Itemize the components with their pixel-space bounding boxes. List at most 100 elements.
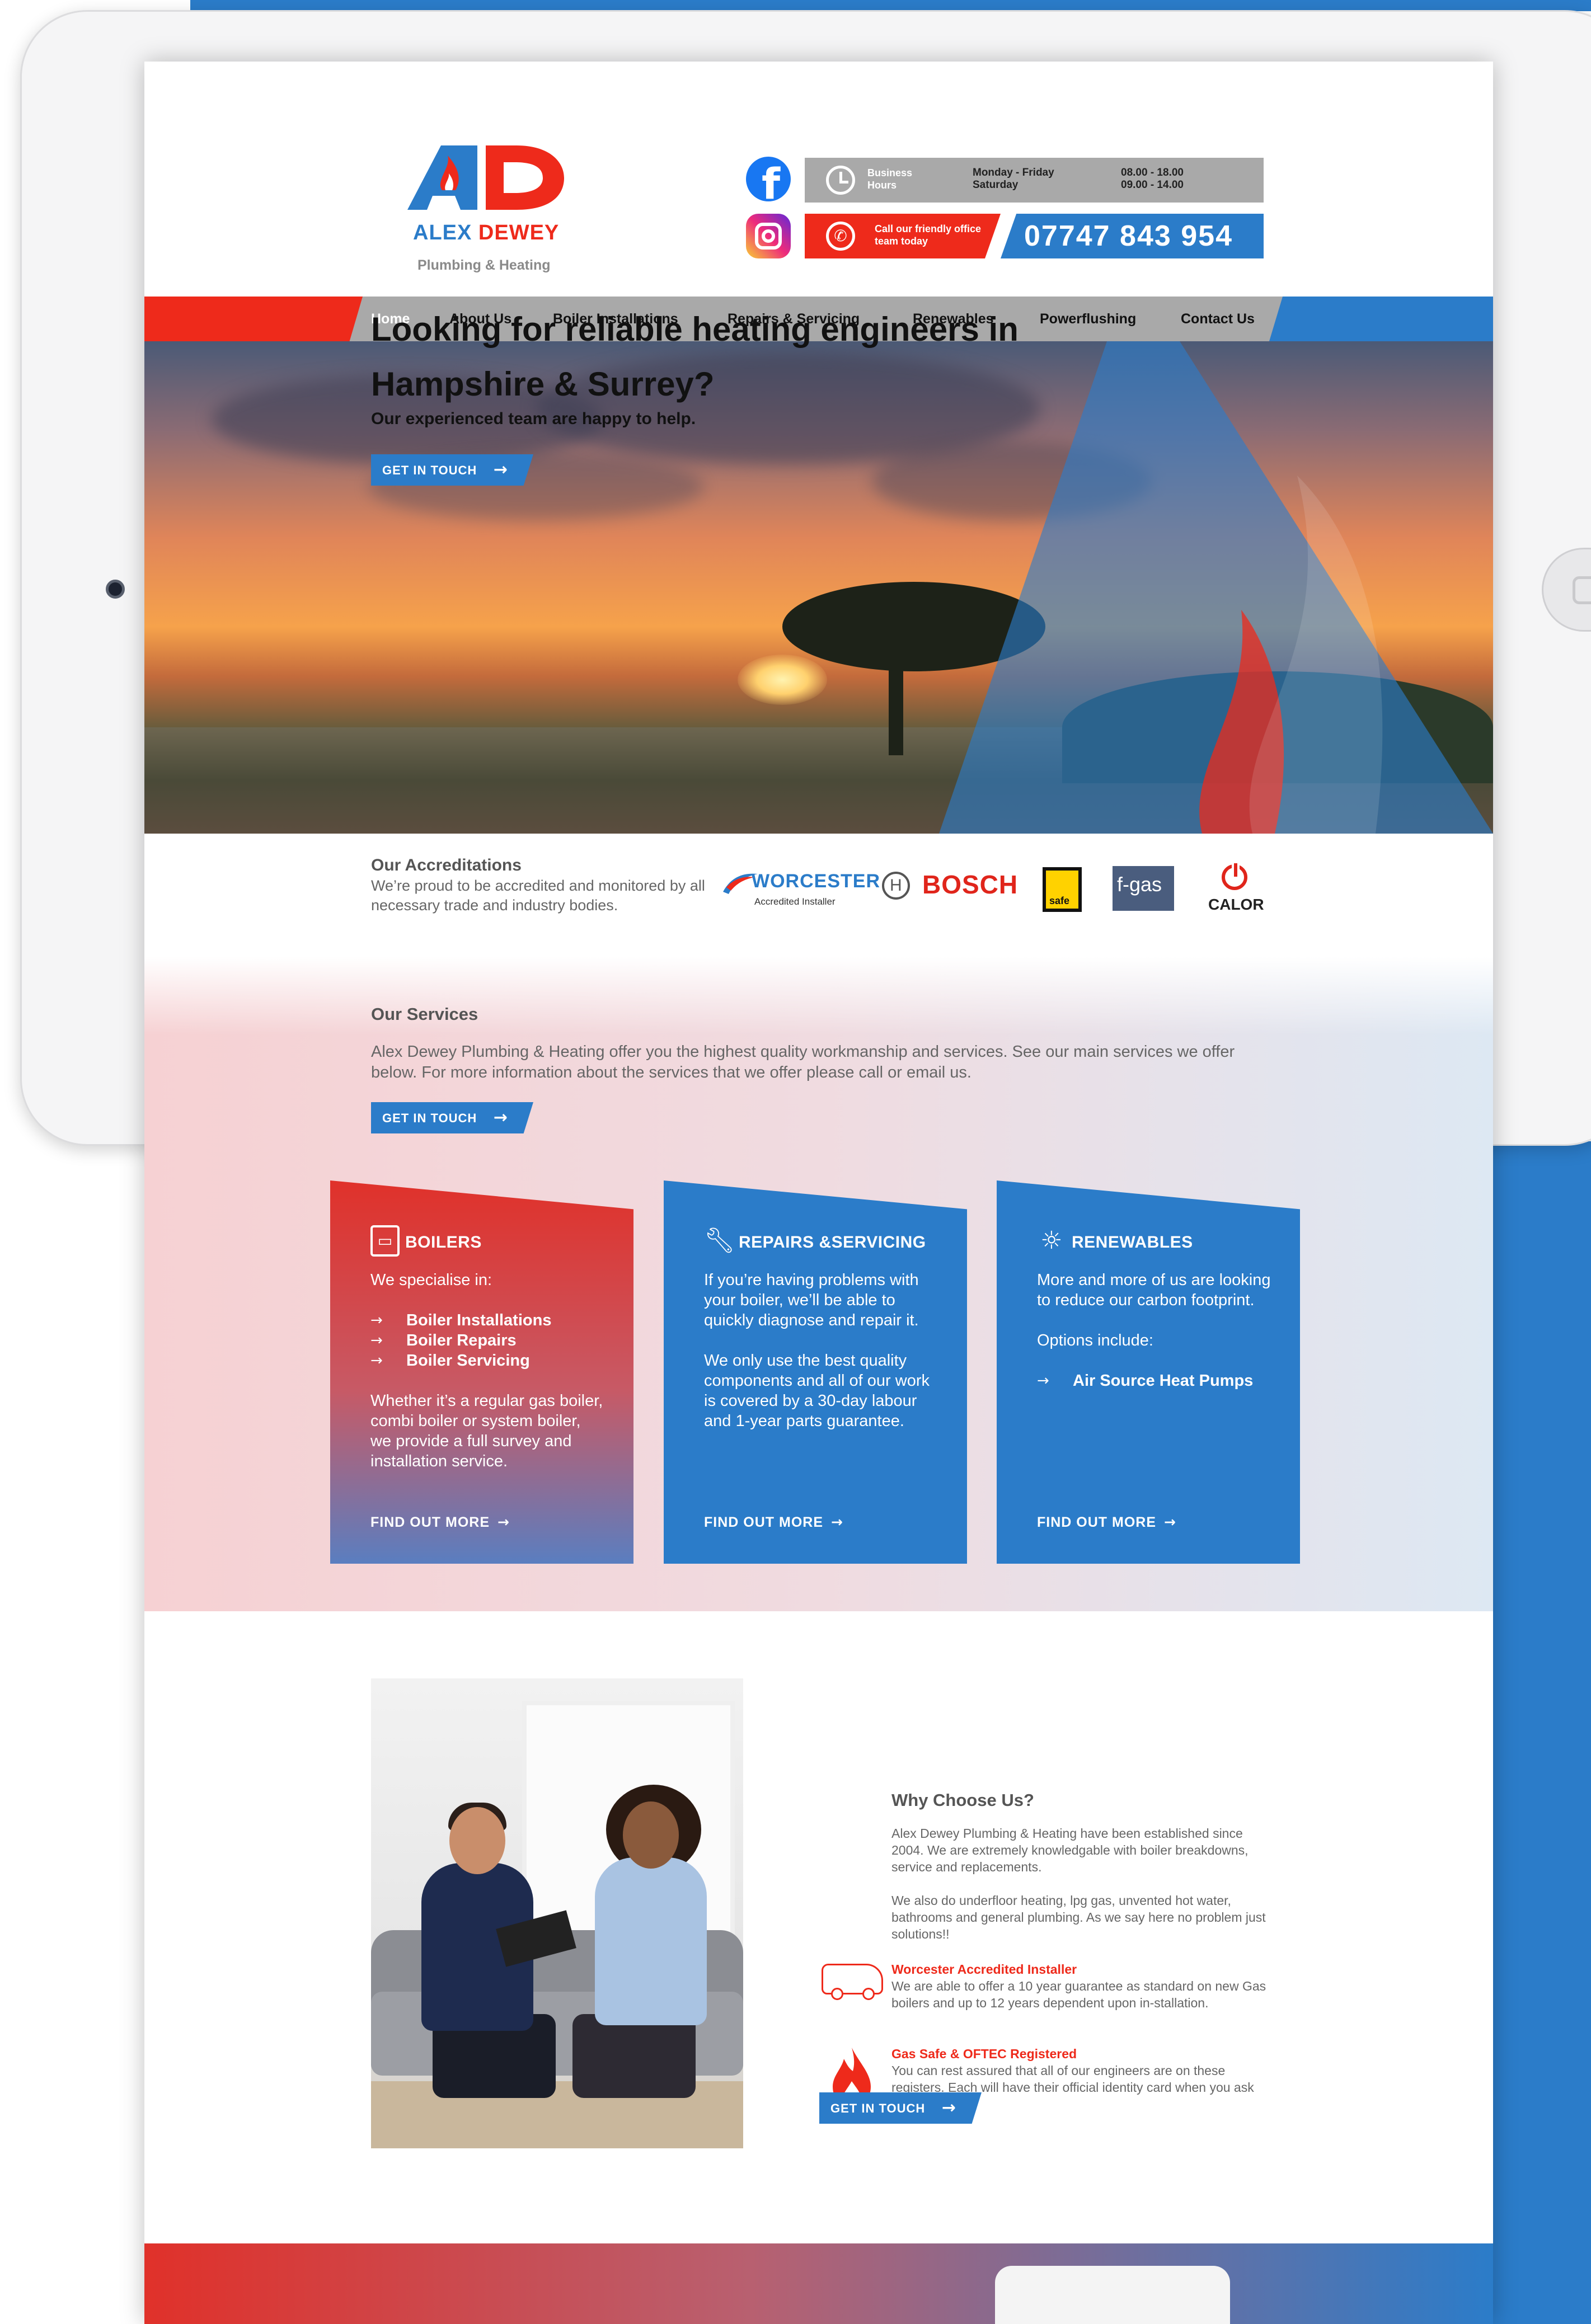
call-label: Call our friendly office team today xyxy=(875,223,982,247)
hero-cta-button[interactable]: GET IN TOUCH → xyxy=(371,454,533,486)
hours-days: Monday - Friday Saturday xyxy=(973,167,1054,191)
list-item[interactable]: Boiler Servicing xyxy=(370,1351,606,1371)
gas-safe-label: safe xyxy=(1049,895,1070,906)
calor-power-icon xyxy=(1222,861,1247,890)
card-list: Boiler Installations Boiler Repairs Boil… xyxy=(370,1310,606,1371)
calor-logo: CALOR xyxy=(1205,861,1266,918)
arrow-right-icon: → xyxy=(493,460,508,479)
nav-item-powerflushing[interactable]: Powerflushing xyxy=(1040,311,1136,327)
card-intro: We specialise in: xyxy=(370,1271,492,1289)
nav-item-contact[interactable]: Contact Us xyxy=(1181,311,1255,327)
arrow-right-icon: → xyxy=(1164,1514,1176,1530)
arrow-right-icon: → xyxy=(493,1108,508,1127)
service-card-renewables: ☼ RENEWABLES More and more of us are loo… xyxy=(997,1180,1300,1564)
hours-times: 08.00 - 18.00 09.00 - 14.00 xyxy=(1121,167,1184,191)
hero-title: Looking for reliable heating engineers i… xyxy=(371,311,1019,403)
gas-safe-logo: safe xyxy=(1043,867,1082,912)
website-page: ALEX DEWEY Plumbing & Heating f Business… xyxy=(144,62,1493,2324)
bosch-emblem-icon xyxy=(882,872,910,900)
arrow-right-icon: → xyxy=(498,1514,510,1530)
fgas-label: f-gas xyxy=(1117,873,1162,896)
why-cta-label: GET IN TOUCH xyxy=(830,2101,926,2115)
tablet-home-button xyxy=(1542,548,1591,632)
hours-day-weekday: Monday - Friday xyxy=(973,167,1054,178)
card-intro: More and more of us are looking to reduc… xyxy=(1037,1271,1271,1309)
worcester-subtitle: Accredited Installer xyxy=(754,896,836,907)
next-section-banner xyxy=(144,2243,1493,2324)
card-title: BOILERS xyxy=(405,1233,482,1252)
facebook-icon[interactable]: f xyxy=(746,157,791,209)
hours-day-saturday: Saturday xyxy=(973,179,1019,191)
list-item[interactable]: Boiler Installations xyxy=(370,1310,606,1330)
phone-number: 07747 843 954 xyxy=(1024,220,1233,252)
accreditations-text: We’re proud to be accredited and monitor… xyxy=(371,877,705,914)
clock-icon xyxy=(826,166,855,195)
wrench-icon: 🔧︎ xyxy=(704,1226,735,1255)
why-paragraph-1: Alex Dewey Plumbing & Heating have been … xyxy=(891,1826,1249,1874)
hero-cta-label: GET IN TOUCH xyxy=(382,463,477,477)
find-out-more-label: FIND OUT MORE xyxy=(1037,1514,1156,1530)
worcester-logo: WORCESTER Accredited Installer xyxy=(721,867,880,918)
worcester-name: WORCESTER xyxy=(752,871,880,892)
nav-accent-red xyxy=(144,297,363,341)
card-body: If you’re having problems with your boil… xyxy=(704,1270,939,1451)
hero-banner xyxy=(144,341,1493,834)
card-intro: If you’re having problems with your boil… xyxy=(704,1271,919,1329)
feature-worcester-text: We are able to offer a 10 year guarantee… xyxy=(891,1979,1266,2010)
why-cta-button[interactable]: GET IN TOUCH → xyxy=(819,2092,982,2124)
bosch-logo: BOSCH xyxy=(882,868,1027,902)
services-cta-label: GET IN TOUCH xyxy=(382,1111,477,1125)
service-card-boilers: ▭ BOILERS We specialise in: Boiler Insta… xyxy=(330,1180,633,1564)
why-title: Why Choose Us? xyxy=(891,1790,1034,1810)
logo-brand-second: DEWEY xyxy=(478,221,560,244)
hero-logo-overlay xyxy=(939,341,1493,834)
list-item[interactable]: Air Source Heat Pumps xyxy=(1037,1371,1272,1391)
list-item[interactable]: Boiler Repairs xyxy=(370,1330,606,1351)
find-out-more-link[interactable]: FIND OUT MORE → xyxy=(1037,1514,1176,1531)
logo-tagline: Plumbing & Heating xyxy=(417,257,551,273)
instagram-icon[interactable] xyxy=(746,214,791,258)
find-out-more-label: FIND OUT MORE xyxy=(370,1514,490,1530)
card-outro: We only use the best quality components … xyxy=(704,1352,930,1430)
van-icon xyxy=(822,1964,883,2000)
card-body: We specialise in: Boiler Installations B… xyxy=(370,1270,606,1492)
hours-label: Business Hours xyxy=(867,167,913,191)
card-list: Air Source Heat Pumps xyxy=(1037,1371,1272,1391)
logo-brand-name: ALEX DEWEY xyxy=(413,221,559,245)
boiler-product-image xyxy=(995,2266,1230,2324)
services-cta-button[interactable]: GET IN TOUCH → xyxy=(371,1102,533,1133)
calor-name: CALOR xyxy=(1208,896,1264,913)
services-text: Alex Dewey Plumbing & Heating offer you … xyxy=(371,1043,1235,1081)
hours-time-saturday: 09.00 - 14.00 xyxy=(1121,179,1184,191)
business-hours-bar: Business Hours Monday - Friday Saturday … xyxy=(805,158,1264,203)
card-title: REPAIRS &SERVICING xyxy=(739,1233,926,1252)
boiler-icon: ▭ xyxy=(370,1225,400,1257)
arrow-right-icon: → xyxy=(831,1514,843,1530)
hero-subtitle: Our experienced team are happy to help. xyxy=(371,410,696,428)
bosch-name: BOSCH xyxy=(922,870,1019,899)
services-title: Our Services xyxy=(371,1004,478,1024)
card-title: RENEWABLES xyxy=(1072,1233,1193,1252)
nav-accent-blue xyxy=(1269,297,1493,341)
find-out-more-link[interactable]: FIND OUT MORE → xyxy=(370,1514,510,1531)
feature-worcester-title: Worcester Accredited Installer xyxy=(891,1962,1077,1977)
sun-plug-icon: ☼ xyxy=(1040,1226,1063,1255)
ad-logo-mark xyxy=(407,145,564,210)
tablet-camera xyxy=(106,580,125,599)
background-strip-top xyxy=(190,0,1591,11)
phone-number-button[interactable]: 07747 843 954 xyxy=(1001,214,1264,258)
site-logo[interactable]: ALEX DEWEY Plumbing & Heating xyxy=(402,140,586,285)
card-options-label: Options include: xyxy=(1037,1332,1153,1349)
service-card-repairs: 🔧︎ REPAIRS &SERVICING If you’re having p… xyxy=(664,1180,967,1564)
why-paragraph-2: We also do underfloor heating, lpg gas, … xyxy=(891,1893,1266,1941)
hero-sun xyxy=(738,655,827,705)
hours-time-weekday: 08.00 - 18.00 xyxy=(1121,167,1184,178)
find-out-more-link[interactable]: FIND OUT MORE → xyxy=(704,1514,843,1531)
logo-brand-first: ALEX xyxy=(413,221,472,244)
card-body: More and more of us are looking to reduc… xyxy=(1037,1270,1272,1411)
accreditations-title: Our Accreditations xyxy=(371,856,522,874)
arrow-right-icon: → xyxy=(941,2098,956,2118)
engineer-with-customer-photo xyxy=(371,1678,743,2148)
call-office-bar[interactable]: ✆ Call our friendly office team today xyxy=(805,214,1001,258)
phone-icon: ✆ xyxy=(826,222,855,251)
